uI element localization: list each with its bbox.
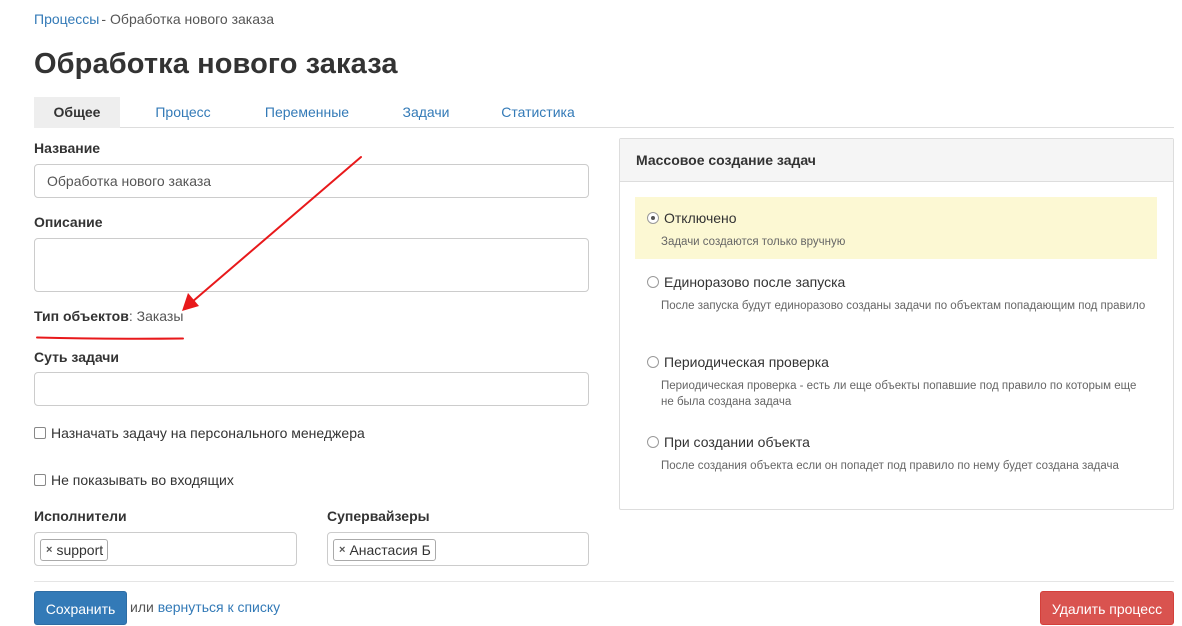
panel-title: Массовое создание задач bbox=[620, 139, 1173, 182]
object-type-row: Тип объектов: Заказы bbox=[34, 308, 183, 324]
assign-manager-row[interactable]: Назначать задачу на персонального менедж… bbox=[34, 425, 365, 441]
hide-inbox-row[interactable]: Не показывать во входящих bbox=[34, 472, 234, 488]
supervisors-label: Супервайзеры bbox=[327, 508, 430, 524]
option-periodic-radio[interactable] bbox=[647, 356, 659, 368]
footer-text: или вернуться к списку bbox=[130, 599, 280, 615]
name-input[interactable]: Обработка нового заказа bbox=[34, 164, 589, 198]
option-disabled-help: Задачи создаются только вручную bbox=[661, 236, 846, 248]
option-on-create-help: После создания объекта если он попадет п… bbox=[661, 460, 1119, 472]
option-periodic-label: Периодическая проверка bbox=[664, 354, 829, 370]
page-title: Обработка нового заказа bbox=[34, 48, 398, 80]
annotation-underline bbox=[36, 336, 184, 340]
mass-creation-panel: Массовое создание задач Отключено Задачи… bbox=[619, 138, 1174, 510]
description-label: Описание bbox=[34, 214, 103, 230]
option-on-create-label: При создании объекта bbox=[664, 434, 810, 450]
save-button[interactable]: Сохранить bbox=[34, 591, 127, 625]
task-essence-label: Суть задачи bbox=[34, 349, 120, 365]
option-disabled-radio[interactable] bbox=[647, 212, 659, 224]
name-label: Название bbox=[34, 140, 101, 156]
remove-tag-icon[interactable]: × bbox=[46, 544, 52, 556]
option-once-label: Единоразово после запуска bbox=[664, 274, 846, 290]
description-textarea[interactable] bbox=[34, 238, 589, 292]
tab-statistics[interactable]: Статистика bbox=[492, 97, 584, 128]
executor-tag-label: support bbox=[56, 542, 104, 558]
breadcrumb-current: Обработка нового заказа bbox=[110, 11, 275, 27]
option-disabled-label: Отключено bbox=[664, 210, 737, 226]
option-periodic-help: Периодическая проверка - есть ли еще объ… bbox=[661, 380, 1137, 408]
breadcrumb: Процессы - Обработка нового заказа bbox=[34, 11, 274, 27]
delete-process-button[interactable]: Удалить процесс bbox=[1040, 591, 1174, 625]
tab-variables[interactable]: Переменные bbox=[254, 97, 360, 128]
tab-general[interactable]: Общее bbox=[34, 97, 120, 128]
object-type-value: : Заказы bbox=[128, 308, 184, 324]
executors-input[interactable]: × support bbox=[34, 532, 297, 566]
footer-divider bbox=[34, 581, 1174, 582]
option-periodic-check[interactable]: Периодическая проверка Периодическая про… bbox=[635, 341, 1157, 413]
executor-tag: × support bbox=[40, 539, 109, 561]
tab-tasks[interactable]: Задачи bbox=[389, 97, 463, 128]
assign-manager-checkbox[interactable] bbox=[34, 427, 46, 439]
hide-inbox-label: Не показывать во входящих bbox=[51, 472, 234, 488]
option-disabled[interactable]: Отключено Задачи создаются только вручну… bbox=[635, 197, 1157, 259]
object-type-label: Тип объектов bbox=[34, 308, 129, 324]
option-once-radio[interactable] bbox=[647, 276, 659, 288]
option-once-after-start[interactable]: Единоразово после запуска После запуска … bbox=[635, 261, 1157, 333]
tab-bar: Общее Процесс Переменные Задачи Статисти… bbox=[34, 97, 1174, 128]
option-once-help: После запуска будут единоразово созданы … bbox=[661, 300, 1146, 312]
supervisors-input[interactable]: × Анастасия Б bbox=[327, 532, 589, 566]
breadcrumb-separator: - bbox=[101, 11, 107, 27]
assign-manager-label: Назначать задачу на персонального менедж… bbox=[51, 425, 365, 441]
hide-inbox-checkbox[interactable] bbox=[34, 474, 46, 486]
task-essence-input[interactable] bbox=[34, 372, 589, 406]
remove-tag-icon[interactable]: × bbox=[339, 544, 345, 556]
option-on-object-create[interactable]: При создании объекта После создания объе… bbox=[635, 421, 1157, 477]
supervisor-tag: × Анастасия Б bbox=[333, 539, 436, 561]
option-on-create-radio[interactable] bbox=[647, 436, 659, 448]
tab-process[interactable]: Процесс bbox=[142, 97, 224, 128]
supervisor-tag-label: Анастасия Б bbox=[349, 542, 431, 558]
or-text: или bbox=[130, 599, 154, 615]
executors-label: Исполнители bbox=[34, 508, 127, 524]
back-to-list-link[interactable]: вернуться к списку bbox=[158, 599, 280, 615]
breadcrumb-link-processes[interactable]: Процессы bbox=[34, 11, 99, 27]
